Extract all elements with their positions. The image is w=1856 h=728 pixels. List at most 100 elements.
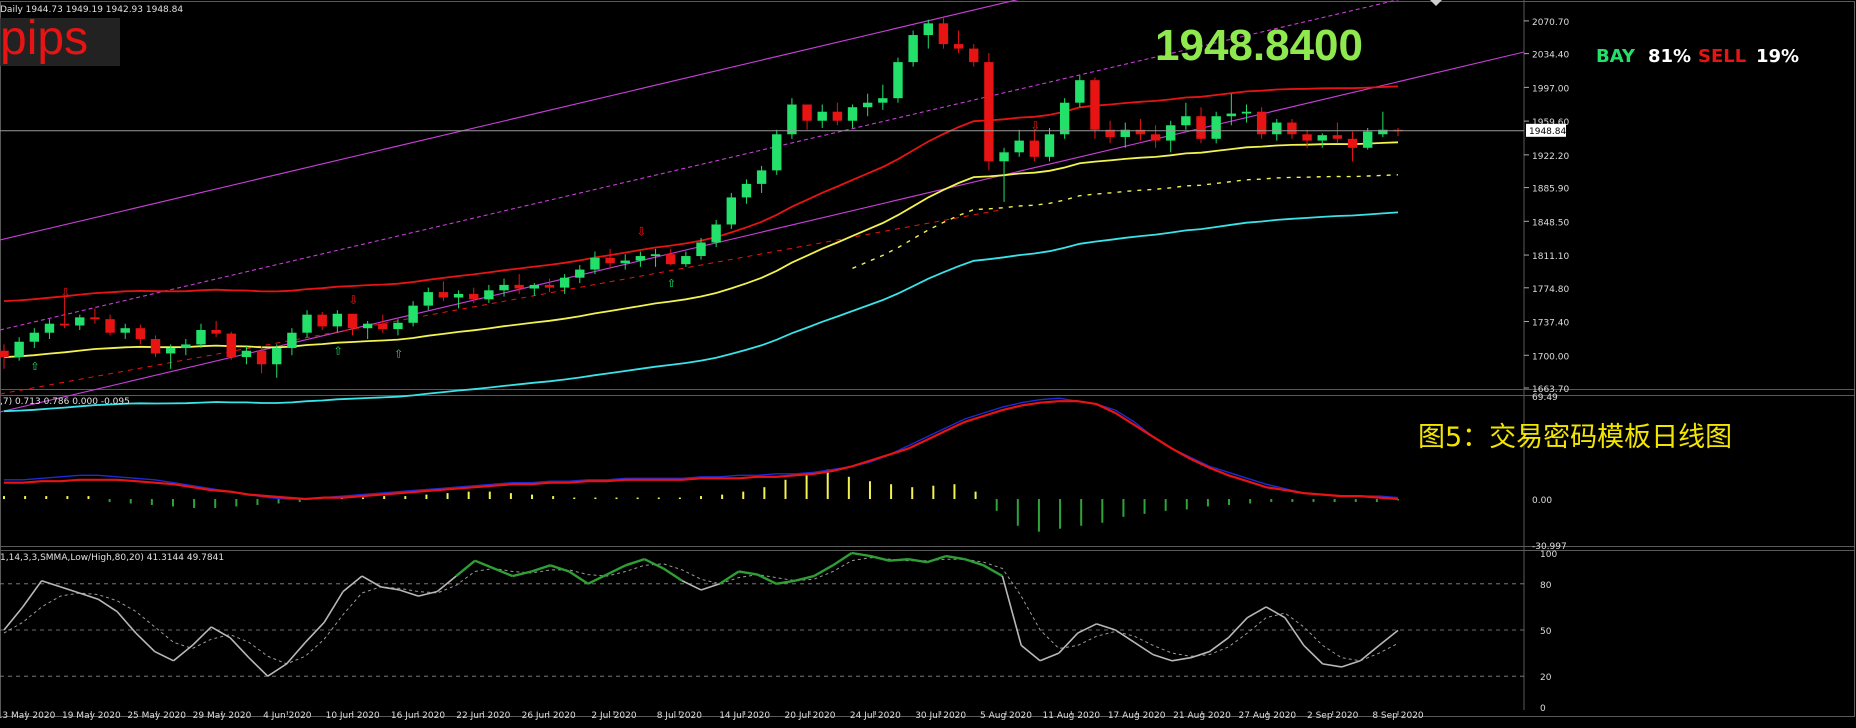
candle-body[interactable]	[408, 305, 418, 323]
candle-body[interactable]	[1226, 113, 1237, 117]
candle-body[interactable]	[1075, 80, 1085, 103]
candle-body[interactable]	[802, 104, 812, 121]
candle-body[interactable]	[1317, 135, 1327, 141]
candle-body[interactable]	[438, 292, 449, 298]
candle-body[interactable]	[256, 350, 267, 365]
candle-body[interactable]	[272, 348, 282, 365]
stoch-main-segment	[851, 551, 871, 558]
candle-body[interactable]	[287, 332, 297, 349]
candle-body[interactable]	[1029, 140, 1040, 157]
candle-body[interactable]	[165, 348, 176, 354]
candle-body[interactable]	[1347, 138, 1358, 148]
candle-body[interactable]	[14, 341, 24, 358]
candle-body[interactable]	[984, 62, 994, 162]
candle-body[interactable]	[196, 330, 206, 345]
candle-body[interactable]	[1181, 116, 1191, 126]
candle-body[interactable]	[484, 290, 494, 300]
candle-body[interactable]	[362, 323, 373, 329]
candle-body[interactable]	[696, 242, 706, 257]
stoch-tick-label: 80	[1540, 581, 1552, 591]
candle-body[interactable]	[1014, 140, 1024, 153]
candle-body[interactable]	[1287, 122, 1297, 135]
candle-body[interactable]	[135, 328, 146, 340]
candle-body[interactable]	[1362, 131, 1373, 148]
candle-body[interactable]	[938, 23, 949, 45]
candle-body[interactable]	[908, 35, 918, 63]
candle-body[interactable]	[241, 350, 252, 358]
candle-body[interactable]	[347, 313, 358, 329]
candle-body[interactable]	[741, 183, 752, 198]
candle-body[interactable]	[1211, 116, 1221, 139]
candle-body[interactable]	[969, 48, 979, 63]
candle-body[interactable]	[393, 322, 403, 330]
candle-body[interactable]	[378, 323, 388, 330]
candle-body[interactable]	[181, 344, 191, 349]
candle-body[interactable]	[90, 317, 100, 320]
shift-marker-icon[interactable]	[1430, 0, 1442, 6]
candle-body[interactable]	[878, 98, 888, 103]
candle-body[interactable]	[0, 350, 9, 358]
candle-body[interactable]	[1272, 122, 1282, 135]
candle-body[interactable]	[726, 197, 737, 225]
candle-body[interactable]	[1090, 80, 1100, 130]
chart-canvas[interactable]: 2070.702034.401997.001959.601922.201885.…	[0, 0, 1856, 728]
candle-body[interactable]	[756, 170, 767, 184]
candle-body[interactable]	[635, 256, 646, 261]
candle-body[interactable]	[544, 284, 555, 288]
x-tick-label: 17 Aug 2020	[1108, 711, 1166, 721]
candle-body[interactable]	[514, 284, 524, 289]
candle-body[interactable]	[469, 293, 479, 300]
candle-body[interactable]	[787, 104, 797, 135]
candle-body[interactable]	[1059, 102, 1070, 135]
candle-body[interactable]	[105, 319, 115, 333]
candle-body[interactable]	[1302, 134, 1312, 141]
candle-body[interactable]	[150, 339, 161, 354]
stoch-main-segment	[154, 650, 174, 662]
candle-body[interactable]	[226, 333, 236, 358]
candle-body[interactable]	[1332, 135, 1343, 139]
candle-body[interactable]	[1044, 134, 1055, 157]
candle-body[interactable]	[665, 254, 676, 265]
x-tick-label: 26 Jun 2020	[522, 711, 576, 721]
stoch-main-segment	[1152, 653, 1173, 662]
candle-body[interactable]	[317, 314, 327, 327]
candle-body[interactable]	[650, 254, 661, 257]
price-tick-label: 1885.90	[1532, 185, 1569, 195]
candle-body[interactable]	[423, 292, 433, 306]
candle-body[interactable]	[1150, 134, 1161, 141]
candle-body[interactable]	[847, 107, 858, 121]
candle-body[interactable]	[59, 323, 70, 326]
candle-body[interactable]	[862, 102, 873, 108]
candle-body[interactable]	[211, 330, 221, 334]
candle-body[interactable]	[499, 284, 509, 291]
candle-body[interactable]	[1241, 111, 1252, 114]
buy-arrow-icon: ⇧	[394, 347, 403, 360]
candle-body[interactable]	[817, 111, 827, 121]
candle-body[interactable]	[620, 260, 630, 264]
candle-body[interactable]	[332, 313, 343, 327]
candle-body[interactable]	[302, 314, 312, 333]
stoch-main-segment	[681, 580, 702, 591]
candle-body[interactable]	[529, 284, 540, 289]
candle-body[interactable]	[559, 277, 570, 288]
candle-body[interactable]	[999, 152, 1009, 162]
candle-body[interactable]	[711, 224, 721, 243]
candle-body[interactable]	[1166, 125, 1176, 141]
candle-body[interactable]	[772, 134, 782, 171]
candle-body[interactable]	[1196, 116, 1206, 139]
candle-body[interactable]	[953, 44, 964, 49]
ma-yellow-dotted-line	[852, 174, 1399, 269]
candle-body[interactable]	[575, 269, 585, 278]
candle-body[interactable]	[590, 257, 600, 270]
candle-body[interactable]	[453, 293, 464, 298]
candle-body[interactable]	[923, 23, 933, 36]
candle-body[interactable]	[832, 111, 843, 121]
stoch-header: 1,14,3,3,SMMA,Low/High,80,20) 41.3144 49…	[0, 553, 224, 563]
candle-body[interactable]	[893, 62, 903, 99]
candle-body[interactable]	[120, 328, 130, 333]
candle-body[interactable]	[44, 323, 55, 333]
candle-body[interactable]	[75, 317, 85, 326]
candle-body[interactable]	[681, 256, 691, 265]
candle-body[interactable]	[605, 257, 615, 264]
candle-body[interactable]	[29, 332, 40, 342]
